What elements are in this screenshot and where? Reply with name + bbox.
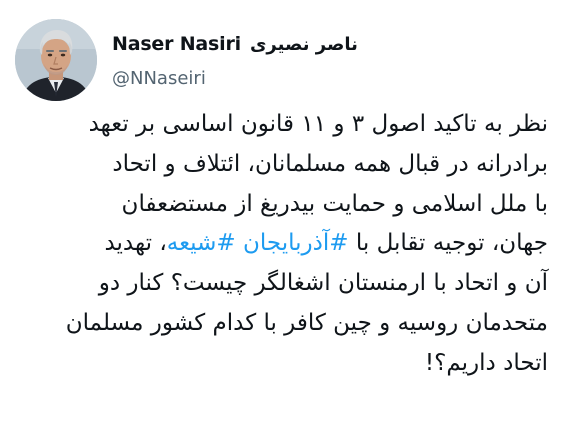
hashtag-azerbaijan[interactable]: #آذربایجان	[243, 230, 349, 256]
avatar[interactable]	[15, 19, 97, 101]
tweet-text: نظر به تاکید اصول ۳ و ۱۱ قانون اساسی بر …	[12, 105, 548, 384]
profile-photo-icon	[15, 19, 97, 101]
tweet-line-4-start: جهان، توجیه تقابل با	[348, 230, 548, 257]
name-row: Naser Nasiri ناصر نصیری	[112, 29, 532, 59]
user-handle[interactable]: @NNaseiri	[112, 68, 532, 89]
tweet-line-6: متحدمان روسیه و چین کافر با کدام کشور مس…	[65, 309, 548, 336]
hashtag-separator	[236, 230, 243, 256]
tweet-line-2: برادرانه در قبال همه مسلمانان، ائتلاف و …	[112, 150, 548, 177]
tweet-header: Naser Nasiri ناصر نصیری @NNaseiri	[112, 29, 532, 89]
tweet-line-5: آن و اتحاد با ارمنستان اشغالگر چیست؟ کنا…	[98, 270, 548, 297]
tweet-line-1: نظر به تاکید اصول ۳ و ۱۱ قانون اساسی بر …	[88, 111, 549, 137]
tweet-line-3: با ملل اسلامی و حمایت بیدریغ از مستضعفان	[121, 190, 549, 217]
tweet-line-7: اتحاد داریم؟!	[424, 349, 548, 376]
display-name[interactable]: Naser Nasiri	[112, 33, 241, 55]
tweet-card: Naser Nasiri ناصر نصیری @NNaseiri نظر به…	[0, 0, 564, 421]
hashtag-shia[interactable]: #شیعه	[167, 230, 236, 256]
tweet-line-4: جهان، توجیه تقابل با #آذربایجان #شیعه، ت…	[12, 224, 548, 264]
display-name-fa[interactable]: ناصر نصیری	[250, 34, 358, 55]
tweet-line-4-end: ، تهدید	[104, 230, 167, 257]
